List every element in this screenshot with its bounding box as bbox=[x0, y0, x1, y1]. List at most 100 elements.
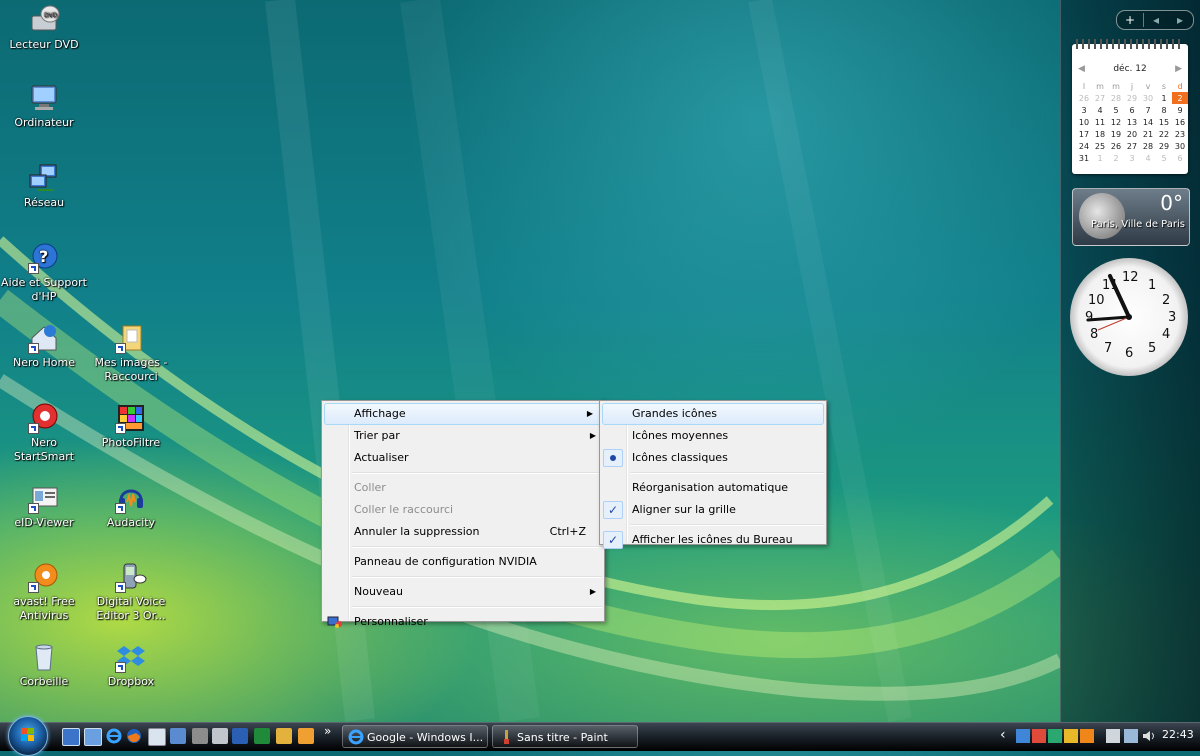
submenu-item-afficher-icones[interactable]: ✓ Afficher les icônes du Bureau bbox=[600, 529, 826, 551]
calendar-day[interactable]: 5 bbox=[1156, 152, 1172, 164]
calendar-day[interactable]: 29 bbox=[1156, 140, 1172, 152]
submenu-item-grandes-icones[interactable]: Grandes icônes bbox=[602, 403, 824, 425]
calendar-day[interactable]: 4 bbox=[1092, 104, 1108, 116]
paint-icon[interactable] bbox=[276, 728, 292, 744]
calendar-day[interactable]: 30 bbox=[1140, 92, 1156, 104]
weather-gadget[interactable]: 0° Paris, Ville de Paris bbox=[1072, 188, 1190, 246]
desktop-icon-nero-startsmart[interactable]: Nero StartSmart bbox=[1, 402, 87, 464]
calendar-day[interactable]: 31 bbox=[1076, 152, 1092, 164]
quick-launch-more-button[interactable]: » bbox=[324, 724, 331, 738]
menu-item-nouveau[interactable]: Nouveau ▶ bbox=[322, 581, 604, 603]
media-player-icon[interactable] bbox=[298, 728, 314, 744]
start-button[interactable] bbox=[8, 716, 48, 756]
calendar-day[interactable]: 15 bbox=[1156, 116, 1172, 128]
menu-item-nvidia[interactable]: Panneau de configuration NVIDIA bbox=[322, 551, 604, 573]
calendar-gadget[interactable]: ◀ déc. 12 ▶ l m m j v s d 26 27 28 29 30… bbox=[1072, 39, 1188, 174]
menu-item-affichage[interactable]: Affichage ▶ bbox=[324, 403, 602, 425]
desktop-icon-aide-hp[interactable]: ? Aide et Support d'HP bbox=[1, 242, 87, 304]
calendar-day[interactable]: 11 bbox=[1092, 116, 1108, 128]
show-desktop-icon[interactable] bbox=[62, 728, 80, 746]
calendar-day[interactable]: 16 bbox=[1172, 116, 1188, 128]
desktop-icon-ordinateur[interactable]: Ordinateur bbox=[1, 82, 87, 130]
next-gadget-button[interactable]: ▸ bbox=[1168, 13, 1192, 27]
calendar-day[interactable]: 27 bbox=[1092, 92, 1108, 104]
calendar-day[interactable]: 2 bbox=[1108, 152, 1124, 164]
calendar-day[interactable]: 23 bbox=[1172, 128, 1188, 140]
calendar-day[interactable]: 28 bbox=[1108, 92, 1124, 104]
calendar-day[interactable]: 21 bbox=[1140, 128, 1156, 140]
calendar-prev-icon[interactable]: ◀ bbox=[1078, 64, 1085, 74]
menu-item-annuler-suppression[interactable]: Annuler la suppression Ctrl+Z bbox=[322, 521, 604, 543]
desktop-icon-digital-voice-editor[interactable]: Digital Voice Editor 3 Or... bbox=[88, 561, 174, 623]
submenu-item-icones-moyennes[interactable]: Icônes moyennes bbox=[600, 425, 826, 447]
calendar-day[interactable]: 26 bbox=[1108, 140, 1124, 152]
menu-item-trier-par[interactable]: Trier par ▶ bbox=[322, 425, 604, 447]
calendar-day[interactable]: 17 bbox=[1076, 128, 1092, 140]
tray-icon-6[interactable] bbox=[1106, 729, 1120, 743]
calendar-day[interactable]: 1 bbox=[1156, 92, 1172, 104]
desktop-icon-nero-home[interactable]: Nero Home bbox=[1, 322, 87, 370]
desktop-icon-corbeille[interactable]: Corbeille bbox=[1, 641, 87, 689]
desktop-icon-eid-viewer[interactable]: eID-Viewer bbox=[1, 482, 87, 530]
menu-item-personnaliser[interactable]: Personnaliser bbox=[322, 611, 604, 633]
calendar-day[interactable]: 24 bbox=[1076, 140, 1092, 152]
calendar-day[interactable]: 8 bbox=[1156, 104, 1172, 116]
taskbar-clock[interactable]: 22:43 bbox=[1162, 728, 1194, 741]
calendar-day[interactable]: 6 bbox=[1172, 152, 1188, 164]
calendar-day[interactable]: 25 bbox=[1092, 140, 1108, 152]
calendar-day[interactable]: 20 bbox=[1124, 128, 1140, 140]
desktop-icon-avast[interactable]: avast! Free Antivirus bbox=[1, 561, 87, 623]
add-gadget-button[interactable]: + bbox=[1117, 13, 1144, 27]
submenu-item-icones-classiques[interactable]: Icônes classiques bbox=[600, 447, 826, 469]
calendar-day-today[interactable]: 2 bbox=[1172, 92, 1188, 104]
taskbar-button-paint[interactable]: Sans titre - Paint bbox=[492, 725, 638, 748]
tray-icon-1[interactable] bbox=[1016, 729, 1030, 743]
calendar-day[interactable]: 13 bbox=[1124, 116, 1140, 128]
app-icon-1[interactable] bbox=[148, 728, 166, 746]
calendar-day[interactable]: 29 bbox=[1124, 92, 1140, 104]
tray-icon-5[interactable] bbox=[1080, 729, 1094, 743]
desktop-icon-reseau[interactable]: Réseau bbox=[1, 162, 87, 210]
app-icon-2[interactable] bbox=[170, 728, 186, 744]
menu-item-coller-raccourci[interactable]: Coller le raccourci bbox=[322, 499, 604, 521]
calendar-day[interactable]: 1 bbox=[1092, 152, 1108, 164]
calendar-day[interactable]: 3 bbox=[1124, 152, 1140, 164]
prev-gadget-button[interactable]: ◂ bbox=[1144, 13, 1168, 27]
submenu-item-reorganisation[interactable]: Réorganisation automatique bbox=[600, 477, 826, 499]
calendar-day[interactable]: 9 bbox=[1172, 104, 1188, 116]
calendar-day[interactable]: 3 bbox=[1076, 104, 1092, 116]
calendar-day[interactable]: 7 bbox=[1140, 104, 1156, 116]
taskbar-button-ie[interactable]: Google - Windows I... bbox=[342, 725, 488, 748]
tray-icon-4[interactable] bbox=[1064, 729, 1078, 743]
word-icon[interactable] bbox=[232, 728, 248, 744]
calendar-day[interactable]: 30 bbox=[1172, 140, 1188, 152]
calendar-day[interactable]: 26 bbox=[1076, 92, 1092, 104]
calendar-day[interactable]: 28 bbox=[1140, 140, 1156, 152]
calendar-day[interactable]: 5 bbox=[1108, 104, 1124, 116]
tray-icon-2[interactable] bbox=[1032, 729, 1046, 743]
excel-icon[interactable] bbox=[254, 728, 270, 744]
calendar-day[interactable]: 10 bbox=[1076, 116, 1092, 128]
desktop-icon-dvd[interactable]: DVD Lecteur DVD bbox=[1, 4, 87, 52]
menu-item-coller[interactable]: Coller bbox=[322, 477, 604, 499]
desktop-icon-audacity[interactable]: Audacity bbox=[88, 482, 174, 530]
calendar-next-icon[interactable]: ▶ bbox=[1175, 64, 1182, 74]
calendar-day[interactable]: 14 bbox=[1140, 116, 1156, 128]
tray-icon-3[interactable] bbox=[1048, 729, 1062, 743]
calendar-day[interactable]: 19 bbox=[1108, 128, 1124, 140]
desktop-icon-photofiltre[interactable]: PhotoFiltre bbox=[88, 402, 174, 450]
volume-icon[interactable] bbox=[1142, 729, 1156, 743]
app-icon-3[interactable] bbox=[192, 728, 208, 744]
desktop-icon-dropbox[interactable]: Dropbox bbox=[88, 641, 174, 689]
tray-expand-button[interactable]: ‹ bbox=[1000, 727, 1006, 743]
menu-item-actualiser[interactable]: Actualiser bbox=[322, 447, 604, 469]
calendar-day[interactable]: 4 bbox=[1140, 152, 1156, 164]
network-tray-icon[interactable] bbox=[1124, 729, 1138, 743]
app-icon-4[interactable] bbox=[212, 728, 228, 744]
switch-windows-icon[interactable] bbox=[84, 728, 102, 746]
calendar-day[interactable]: 18 bbox=[1092, 128, 1108, 140]
calendar-day[interactable]: 6 bbox=[1124, 104, 1140, 116]
desktop-icon-mes-images[interactable]: Mes images - Raccourci bbox=[88, 322, 174, 384]
calendar-day[interactable]: 22 bbox=[1156, 128, 1172, 140]
clock-gadget[interactable]: 12 1 2 3 4 5 6 7 8 9 10 11 bbox=[1070, 258, 1188, 376]
